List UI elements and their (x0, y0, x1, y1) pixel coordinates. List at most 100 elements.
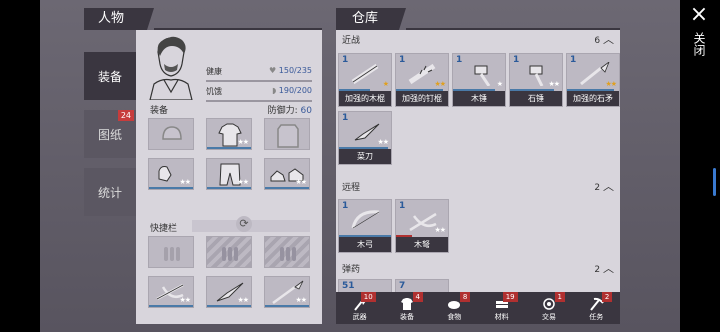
item-count: 1 (456, 55, 463, 65)
heart-icon: ♥ (269, 66, 277, 75)
item-reinforced-club[interactable]: 1 ★ 加强的木棍 (338, 53, 392, 107)
tab-blueprints[interactable]: 24 图纸 (84, 110, 136, 158)
item-name: 加强的钉棍 (396, 91, 448, 106)
item-name: 加强的木棍 (339, 91, 391, 106)
category-gear[interactable]: 4 装备 (389, 292, 425, 324)
equipment-label: 装备 (150, 106, 169, 116)
character-tabs: 装备 24 图纸 统计 (84, 52, 136, 226)
section-count: 6 (594, 36, 601, 46)
item-ammo-1[interactable]: 51 (338, 279, 392, 292)
item-count: 1 (342, 55, 349, 65)
stars: ★★ (434, 226, 446, 234)
stars: ★★ (377, 138, 389, 146)
chevron-up-icon: ︿ (603, 180, 614, 193)
quickbar-slot-crossbow[interactable]: ★★ (148, 276, 194, 308)
item-name: 木弓 (339, 237, 391, 252)
scrollbar-thumb[interactable] (713, 168, 716, 196)
item-wooden-bow[interactable]: 1 木弓 (338, 199, 392, 253)
pants-slot[interactable]: ★★ (206, 158, 252, 190)
quickbar-label: 快捷栏 (150, 224, 178, 234)
bullets-icon (164, 247, 180, 261)
bullets-icon (280, 247, 296, 261)
item-name: 石锤 (510, 91, 562, 106)
item-wooden-crossbow[interactable]: 1 ★★ 木弩 (395, 199, 449, 253)
quickbar-slot-locked (264, 236, 310, 268)
stars: ★★ (434, 80, 446, 88)
quickbar-slot-ammo[interactable] (148, 236, 194, 268)
tab-equipment[interactable]: 装备 (84, 52, 136, 100)
character-content: 健康 ♥ 150/235 饥饿 ◗ 190/200 装备 防御力: 60 ★★ (136, 30, 322, 324)
drumstick-icon: ◗ (272, 86, 277, 95)
tab-label: 图纸 (97, 127, 122, 142)
left-bezel (0, 0, 40, 332)
tab-label: 装备 (97, 69, 122, 84)
swap-icon[interactable]: ⟳ (236, 216, 252, 232)
health-label: 健康 (206, 67, 222, 76)
item-count: 1 (513, 55, 520, 65)
section-label: 远程 (342, 182, 361, 193)
category-trade[interactable]: 1 交易 (531, 292, 567, 324)
item-kitchen-knife[interactable]: 1 ★★ 菜刀 (338, 111, 392, 165)
bow-icon (351, 210, 380, 229)
storage-content[interactable]: 近战 6 ︿ 1 ★ 加强的木棍 1 ★★ 加强的钉棍 1 ★ 木锤 1 ★★ … (336, 30, 620, 292)
stars: ★★ (237, 138, 249, 146)
category-badge: 2 (601, 292, 613, 302)
portrait-avatar (149, 36, 193, 100)
item-count: 1 (399, 201, 406, 211)
tab-statistics[interactable]: 统计 (84, 168, 136, 216)
item-name: 木锤 (453, 91, 505, 106)
close-icon[interactable]: × (688, 4, 710, 26)
item-count: 1 (570, 55, 577, 65)
stars: ★★ (295, 296, 307, 304)
shoes-slot[interactable]: ★★ (264, 158, 310, 190)
defense-readout: 防御力: 60 (268, 103, 312, 116)
item-count: 1 (399, 55, 406, 65)
tab-label: 统计 (97, 185, 122, 200)
item-wooden-hammer[interactable]: 1 ★ 木锤 (452, 53, 506, 107)
health-row: 健康 ♥ 150/235 (206, 66, 312, 77)
item-stone-hammer[interactable]: 1 ★★ 石锤 (509, 53, 563, 107)
gloves-slot[interactable]: ★★ (148, 158, 194, 190)
category-label: 武器 (352, 313, 367, 321)
stars: ★★ (295, 178, 307, 186)
hunger-label: 饥饿 (206, 87, 222, 96)
item-ammo-2[interactable]: 7 (395, 279, 449, 292)
close-label[interactable]: 关闭 (690, 32, 708, 56)
item-count: 1 (342, 201, 349, 211)
hunger-value: 190/200 (278, 86, 312, 95)
category-food[interactable]: 8 食物 (436, 292, 472, 324)
storage-title: 仓库 (336, 8, 406, 30)
category-weapons[interactable]: 10 武器 (342, 292, 378, 324)
stars: ★★ (179, 178, 191, 186)
category-label: 交易 (541, 313, 556, 321)
section-label: 近战 (342, 35, 361, 46)
head-slot[interactable] (148, 118, 194, 150)
category-tasks[interactable]: 2 任务 (578, 292, 614, 324)
quickbar-slot-knife[interactable]: ★★ (206, 276, 252, 308)
item-count: 51 (342, 281, 355, 291)
category-badge: 4 (412, 292, 423, 302)
stars: ★★ (548, 80, 560, 88)
category-materials[interactable]: 19 材料 (484, 292, 520, 324)
character-title: 人物 (84, 8, 154, 30)
category-label: 装备 (399, 313, 414, 321)
section-melee[interactable]: 近战 6 ︿ (336, 30, 620, 48)
category-badge: 1 (554, 292, 565, 302)
hunger-row: 饥饿 ◗ 190/200 (206, 86, 312, 97)
stars: ★★ (605, 80, 617, 88)
body-slot[interactable]: ★★ (206, 118, 252, 150)
health-value: 150/235 (278, 66, 312, 75)
quickbar-slot-spear[interactable]: ★★ (264, 276, 310, 308)
section-ammo[interactable]: 弹药 2 ︿ (336, 259, 620, 277)
item-name: 木弩 (396, 237, 448, 252)
section-label: 弹药 (342, 264, 361, 275)
item-reinforced-spiked-club[interactable]: 1 ★★ 加强的钉棍 (395, 53, 449, 107)
category-badge: 10 (360, 292, 376, 302)
section-ranged[interactable]: 远程 2 ︿ (336, 177, 620, 195)
club-icon (351, 63, 379, 85)
item-reinforced-stone-spear[interactable]: 1 ★★ 加强的石矛 (566, 53, 620, 107)
stars: ★★ (237, 296, 249, 304)
jacket-slot[interactable] (264, 118, 310, 150)
chevron-up-icon: ︿ (603, 33, 614, 46)
category-label: 食物 (447, 313, 462, 321)
